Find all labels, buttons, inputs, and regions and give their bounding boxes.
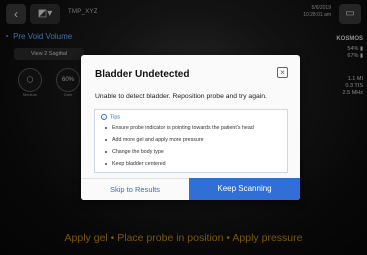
tip-item: Add more gel and apply more pressure: [105, 137, 204, 143]
info-icon: i: [101, 114, 107, 120]
tips-box: i Tips Ensure probe indicator is pointing…: [94, 109, 288, 173]
tip-text: Keep bladder centered: [112, 161, 166, 167]
bullet-icon: [105, 150, 107, 153]
tip-text: Change the body type: [112, 149, 164, 155]
tip-item: Keep bladder centered: [105, 161, 166, 167]
skip-to-results-button[interactable]: Skip to Results: [81, 178, 189, 200]
tip-item: Change the body type: [105, 149, 164, 155]
close-icon[interactable]: ×: [277, 67, 288, 78]
bullet-icon: [105, 138, 107, 141]
bullet-icon: [105, 162, 107, 165]
dialog-message: Unable to detect bladder. Reposition pro…: [95, 93, 267, 100]
bullet-icon: [105, 126, 107, 129]
bladder-undetected-dialog: Bladder Undetected × Unable to detect bl…: [81, 55, 300, 200]
tip-text: Ensure probe indicator is pointing towar…: [112, 125, 254, 131]
tips-header: i Tips: [101, 114, 120, 120]
tip-item: Ensure probe indicator is pointing towar…: [105, 125, 254, 131]
dialog-title: Bladder Undetected: [95, 69, 190, 80]
keep-scanning-button[interactable]: Keep Scanning: [189, 178, 300, 200]
tips-label: Tips: [110, 114, 121, 121]
tip-text: Add more gel and apply more pressure: [112, 137, 204, 143]
